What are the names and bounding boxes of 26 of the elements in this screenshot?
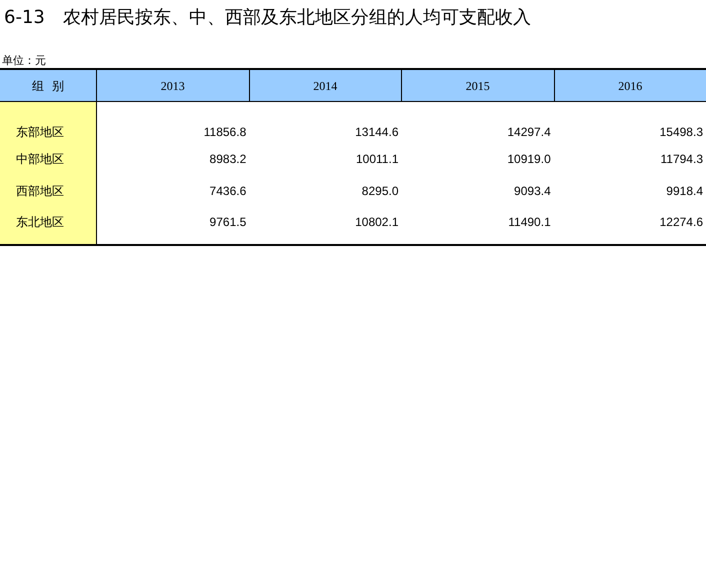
table-cell-text: 15498.3 xyxy=(658,124,704,141)
table-cell-text: 10802.1 xyxy=(354,214,400,231)
column-header: 2014 xyxy=(250,70,402,102)
table-cell-text: 11856.8 xyxy=(202,124,248,141)
table-cell-text: 10919.0 xyxy=(506,151,552,168)
table-cell-text: 8983.2 xyxy=(208,151,248,168)
table-cell-text: 9918.4 xyxy=(665,183,704,200)
table-cell-text: 11794.3 xyxy=(660,151,704,168)
table-cell-text: 14297.4 xyxy=(506,124,552,141)
unit-label: 单位：元 xyxy=(1,54,46,68)
table-cell-text: 13144.6 xyxy=(354,124,400,141)
page-title: 6-13 农村居民按东、中、西部及东北地区分组的人均可支配收入 xyxy=(3,6,532,30)
row-label: 中部地区 xyxy=(15,151,65,168)
row-label: 西部地区 xyxy=(15,183,65,200)
table-cell-text: 9093.4 xyxy=(513,183,552,200)
table-cell-text: 12274.6 xyxy=(658,214,704,231)
table-cell-text: 7436.6 xyxy=(208,183,248,200)
table-cell-text: 10011.1 xyxy=(355,151,400,168)
table-cell-text: 8295.0 xyxy=(360,183,400,200)
table-cell-text: 11490.1 xyxy=(507,214,552,231)
table-cell-text: 9761.5 xyxy=(208,214,248,231)
column-header: 2015 xyxy=(402,70,554,102)
column-header: 2013 xyxy=(97,70,250,102)
column-header: 2016 xyxy=(554,70,706,102)
row-label: 东部地区 xyxy=(15,124,65,141)
row-label: 东北地区 xyxy=(15,214,65,231)
